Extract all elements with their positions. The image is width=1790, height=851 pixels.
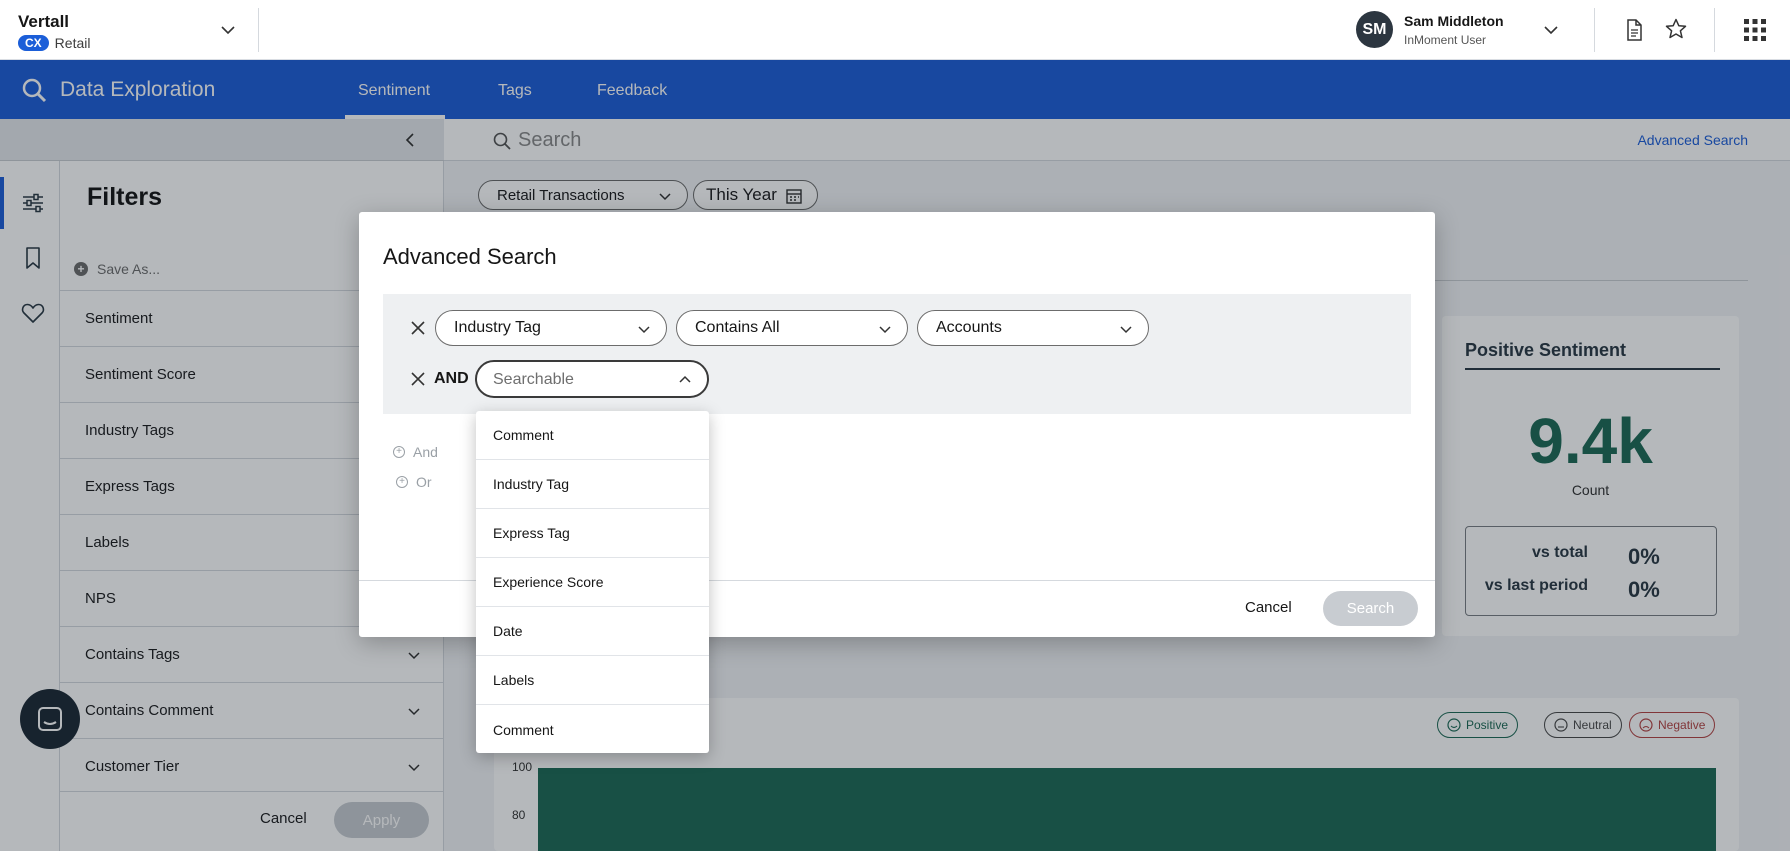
close-icon[interactable]	[409, 370, 427, 388]
query-builder: Industry Tag Contains All Accounts AND	[383, 294, 1411, 414]
modal-title: Advanced Search	[383, 244, 557, 269]
dropdown-option-express-tag[interactable]: Express Tag	[476, 509, 709, 558]
org-name: Vertall	[18, 12, 70, 31]
user-name: Sam Middleton	[1404, 13, 1504, 29]
dropdown-option-experience-score[interactable]: Experience Score	[476, 558, 709, 607]
chevron-down-icon	[1120, 326, 1132, 334]
value-select[interactable]: Accounts	[917, 310, 1149, 346]
chevron-up-icon	[679, 375, 691, 383]
dropdown-option-industry-tag[interactable]: Industry Tag	[476, 460, 709, 509]
divider	[1714, 8, 1715, 52]
field-select[interactable]: Industry Tag	[435, 310, 667, 346]
plus-circle-icon: +	[396, 476, 408, 488]
dropdown-option-comment[interactable]: Comment	[476, 411, 709, 460]
chevron-down-icon	[879, 326, 891, 334]
cancel-button[interactable]: Cancel	[1245, 599, 1292, 616]
user-info[interactable]: Sam Middleton InMoment User	[1404, 13, 1504, 47]
divider	[258, 8, 259, 52]
dropdown-option-comment[interactable]: Comment	[476, 705, 709, 754]
dropdown-option-labels[interactable]: Labels	[476, 656, 709, 705]
cx-badge: CX	[18, 35, 49, 51]
search-button[interactable]: Search	[1323, 591, 1418, 626]
field-dropdown-menu: Comment Industry Tag Express Tag Experie…	[476, 411, 709, 753]
plus-circle-icon: +	[393, 446, 405, 458]
chevron-down-icon[interactable]	[1541, 20, 1561, 40]
app-grid-icon[interactable]	[1742, 17, 1768, 43]
dropdown-option-date[interactable]: Date	[476, 607, 709, 656]
operator-select[interactable]: Contains All	[676, 310, 908, 346]
star-icon[interactable]	[1664, 17, 1688, 41]
add-and-button[interactable]: + And	[393, 444, 438, 460]
chevron-down-icon[interactable]	[218, 20, 238, 40]
searchable-field-select[interactable]	[475, 360, 709, 398]
org-program: Retail	[54, 35, 91, 51]
document-icon[interactable]	[1622, 18, 1646, 42]
user-role: InMoment User	[1404, 33, 1487, 47]
close-icon[interactable]	[409, 319, 427, 337]
searchable-input[interactable]	[493, 369, 663, 391]
org-switcher[interactable]: Vertall CX Retail	[18, 12, 90, 51]
add-or-button[interactable]: + Or	[396, 474, 432, 490]
org-sub: CX Retail	[18, 35, 90, 51]
divider	[1594, 8, 1595, 52]
avatar[interactable]: SM	[1356, 11, 1393, 48]
chevron-down-icon	[638, 326, 650, 334]
connector-label: AND	[434, 370, 469, 387]
top-bar: Vertall CX Retail SM Sam Middleton InMom…	[0, 0, 1790, 60]
